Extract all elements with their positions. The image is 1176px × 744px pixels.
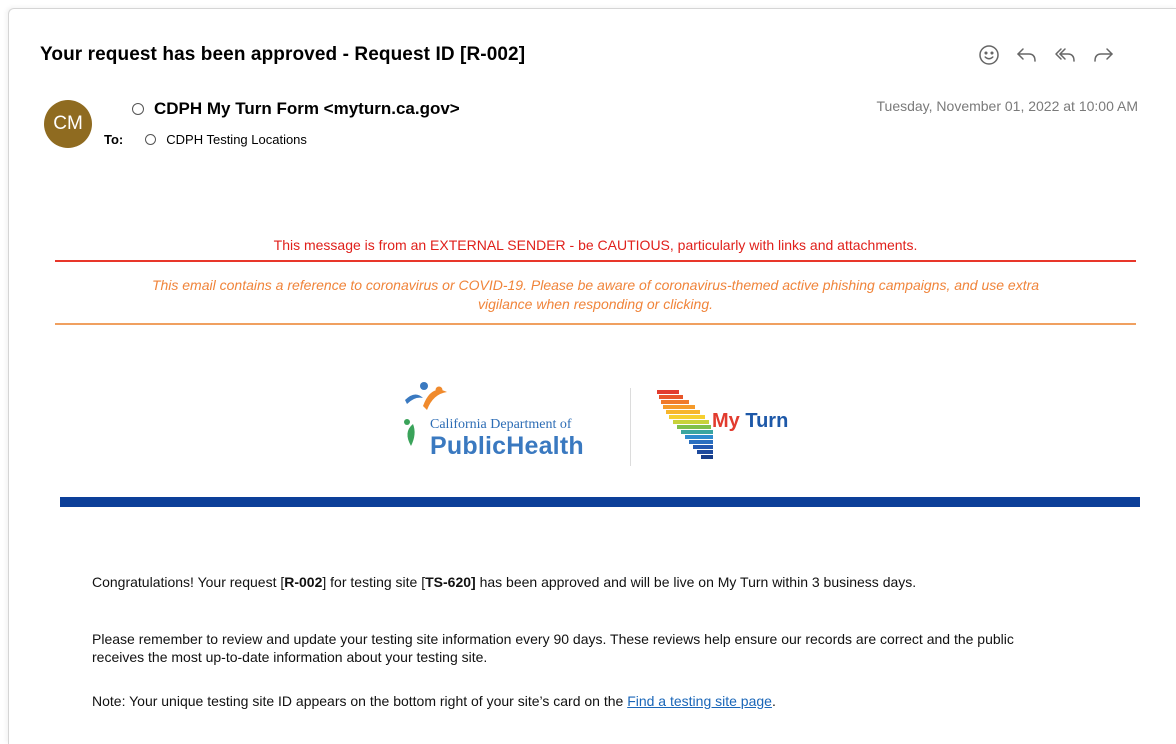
find-testing-site-link[interactable]: Find a testing site page <box>627 693 772 709</box>
cdph-logo-text-small: California Department of <box>430 417 572 432</box>
sender-name[interactable]: CDPH My Turn Form <myturn.ca.gov> <box>154 99 460 119</box>
sender-avatar: CM <box>44 100 92 148</box>
covid-warning-line-2: vigilance when responding or clicking. <box>477 296 714 312</box>
site-id: TS-620] <box>425 574 476 590</box>
logo-divider <box>630 388 631 466</box>
reply-all-icon[interactable] <box>1046 38 1084 72</box>
request-id: R-002 <box>284 574 323 590</box>
external-sender-warning: This message is from an EXTERNAL SENDER … <box>273 237 918 253</box>
california-stripes-icon <box>657 390 713 459</box>
to-label: To: <box>104 132 124 147</box>
cdph-logo-text-big: PublicHealth <box>430 432 584 460</box>
recipient-presence-icon <box>145 134 157 145</box>
smiley-icon[interactable] <box>970 38 1008 72</box>
sender-row: CDPH My Turn Form <myturn.ca.gov> <box>132 99 460 119</box>
forward-icon[interactable] <box>1084 38 1122 72</box>
recipient-row: To: CDPH Testing Locations <box>104 132 307 147</box>
message-toolbar <box>970 38 1122 72</box>
body-paragraph-note: Note: Your unique testing site ID appear… <box>92 693 776 709</box>
email-date: Tuesday, November 01, 2022 at 10:00 AM <box>876 98 1139 114</box>
covid-warning-divider <box>55 323 1136 325</box>
header-logos: California Department of PublicHealth My… <box>395 380 815 470</box>
sender-presence-icon <box>132 103 144 115</box>
covid-warning-line-1: This email contains a reference to coron… <box>151 277 1040 293</box>
recipient-name[interactable]: CDPH Testing Locations <box>166 132 307 147</box>
brand-bar <box>60 497 1140 507</box>
external-warning-divider <box>55 260 1136 262</box>
covid-warning: This email contains a reference to coron… <box>55 276 1136 314</box>
body-paragraph-approval: Congratulations! Your request [R-002] fo… <box>92 574 917 590</box>
email-subject: Your request has been approved - Request… <box>40 44 526 65</box>
myturn-logo-text: My Turn <box>712 410 789 432</box>
reply-icon[interactable] <box>1008 38 1046 72</box>
body-paragraph-review: Please remember to review and update you… <box>92 631 1014 665</box>
